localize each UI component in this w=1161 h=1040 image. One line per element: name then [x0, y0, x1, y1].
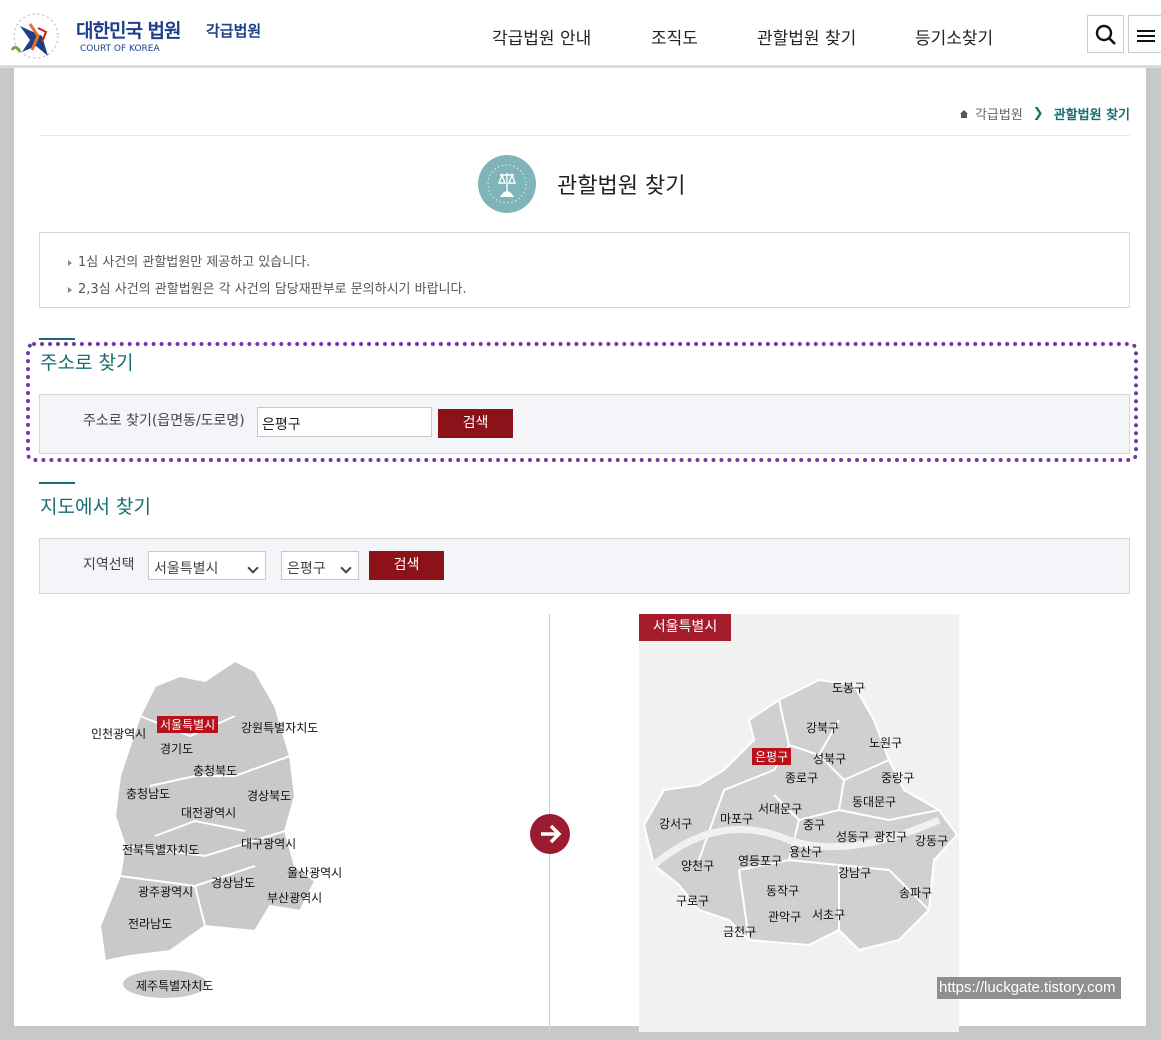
map-region-gwangju[interactable]: 광주광역시 [138, 883, 193, 900]
map-region-chungnam[interactable]: 충청남도 [126, 785, 170, 802]
map-district[interactable]: 동작구 [766, 882, 799, 899]
map-region-daegu[interactable]: 대구광역시 [241, 835, 296, 852]
region-select-label: 지역선택 [83, 557, 135, 573]
logo-subtitle[interactable]: 각급법원 [206, 20, 261, 41]
map-district[interactable]: 강동구 [915, 832, 948, 849]
map-district[interactable]: 관악구 [768, 908, 801, 925]
notice-item: 1심 사건의 관할법원만 제공하고 있습니다. [68, 249, 1129, 276]
divider [39, 135, 1130, 136]
map-district[interactable]: 용산구 [789, 843, 822, 860]
map-district[interactable]: 중랑구 [881, 769, 914, 786]
seoul-map-tag: 서울특별시 [639, 614, 731, 641]
map-district[interactable]: 영등포구 [738, 852, 782, 869]
map-region-seoul[interactable]: 서울특별시 [157, 716, 219, 733]
district-select[interactable]: 은평구 [281, 551, 359, 580]
map-district[interactable]: 서대문구 [758, 800, 802, 817]
map-region-gyeongbuk[interactable]: 경상북도 [247, 787, 291, 804]
site-header: 대한민국 법원 각급법원 COURT OF KOREA 각급법원 안내 조직도 … [0, 0, 1161, 68]
notice-box: 1심 사건의 관할법원만 제공하고 있습니다. 2,3심 사건의 관할법원은 각… [39, 232, 1130, 308]
map-district[interactable]: 성동구 [836, 828, 869, 845]
map-region-busan[interactable]: 부산광역시 [267, 889, 322, 906]
map-district[interactable]: 광진구 [874, 828, 907, 845]
map-region-daejeon[interactable]: 대전광역시 [181, 804, 236, 821]
map-district[interactable]: 도봉구 [832, 679, 865, 696]
map-region-jeonbuk[interactable]: 전북특별자치도 [122, 841, 199, 858]
notice-item: 2,3심 사건의 관할법원은 각 사건의 담당재판부로 문의하시기 바랍니다. [68, 276, 1129, 303]
highlight-box [26, 342, 1138, 462]
page-title: 관할법원 찾기 [557, 174, 686, 199]
map-district[interactable]: 노원구 [869, 734, 902, 751]
court-logo-icon[interactable] [8, 6, 68, 62]
breadcrumb: 각급법원 ❯ 관할법원 찾기 [959, 104, 1130, 123]
map-region-gangwon[interactable]: 강원특별자치도 [241, 719, 318, 736]
map-district[interactable]: 중구 [803, 816, 825, 833]
map-region-jeju[interactable]: 제주특별자치도 [136, 977, 213, 994]
map-district[interactable]: 강남구 [838, 864, 871, 881]
map-district[interactable]: 금천구 [723, 923, 756, 940]
nav-courts-guide[interactable]: 각급법원 안내 [492, 24, 591, 49]
map-region-gyeongnam[interactable]: 경상남도 [211, 874, 255, 891]
home-icon[interactable] [959, 109, 969, 119]
search-button[interactable] [1087, 15, 1124, 53]
map-search-title: 지도에서 찾기 [40, 496, 151, 518]
map-region-chungbuk[interactable]: 충청북도 [193, 762, 237, 779]
chevron-right-icon: ❯ [1032, 106, 1044, 121]
arrow-right-icon [530, 814, 570, 854]
nav-find-court[interactable]: 관할법원 찾기 [757, 24, 856, 49]
court-emblem-icon [478, 155, 536, 213]
region-select[interactable]: 서울특별시 [148, 551, 266, 580]
map-district[interactable]: 성북구 [813, 750, 846, 767]
hamburger-icon [1137, 30, 1155, 42]
section-bar [39, 482, 75, 484]
nav-org-chart[interactable]: 조직도 [651, 24, 698, 49]
map-district-eunpyeong[interactable]: 은평구 [752, 748, 792, 765]
map-district[interactable]: 서초구 [812, 906, 845, 923]
map-region-gyeonggi[interactable]: 경기도 [160, 740, 193, 757]
logo-english: COURT OF KOREA [80, 44, 160, 54]
map-district[interactable]: 송파구 [899, 884, 932, 901]
map-region-incheon[interactable]: 인천광역시 [91, 725, 146, 742]
breadcrumb-current[interactable]: 관할법원 찾기 [1054, 104, 1130, 123]
map-district[interactable]: 강서구 [659, 815, 692, 832]
map-district[interactable]: 종로구 [785, 769, 818, 786]
breadcrumb-parent[interactable]: 각급법원 [975, 104, 1023, 123]
nav-find-registry[interactable]: 등기소찾기 [915, 24, 993, 49]
map-region-jeonnam[interactable]: 전라남도 [128, 915, 172, 932]
section-bar [39, 338, 75, 340]
menu-button[interactable] [1128, 15, 1161, 53]
map-district[interactable]: 마포구 [720, 810, 753, 827]
map-district[interactable]: 구로구 [676, 892, 709, 909]
watermark: https://luckgate.tistory.com [937, 977, 1121, 999]
map-district[interactable]: 강북구 [806, 719, 839, 736]
map-district[interactable]: 양천구 [681, 857, 714, 874]
map-region-ulsan[interactable]: 울산광역시 [287, 864, 342, 881]
korea-map-shape[interactable] [95, 656, 355, 1006]
map-district[interactable]: 동대문구 [852, 793, 896, 810]
logo-title[interactable]: 대한민국 법원 [76, 16, 181, 43]
search-icon [1095, 24, 1116, 45]
map-search-button[interactable]: 검색 [369, 551, 444, 580]
